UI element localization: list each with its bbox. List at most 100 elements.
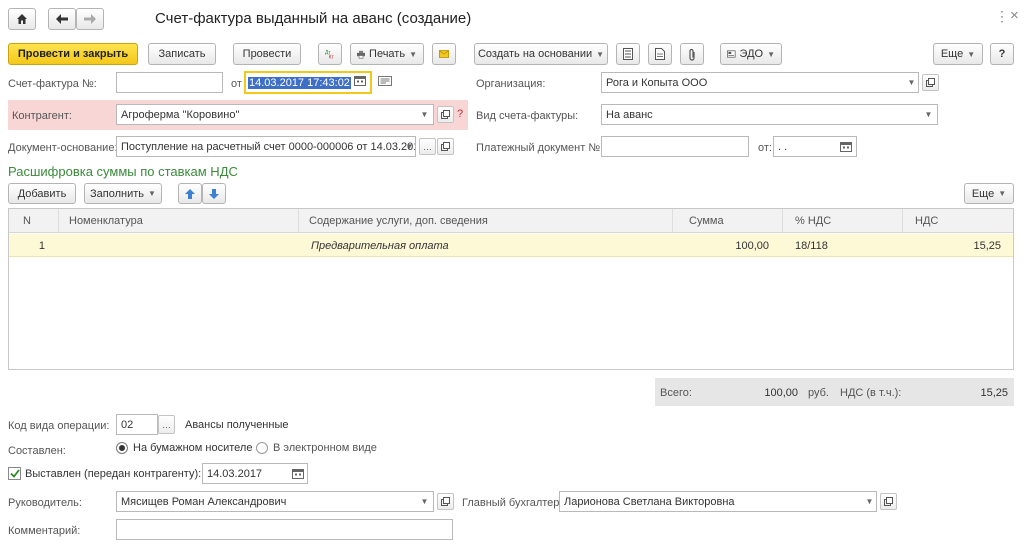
accountant-field[interactable]: Ларионова Светлана Викторовна	[559, 491, 877, 512]
paperclip-icon	[689, 48, 695, 61]
paper-radio[interactable]: На бумажном носителе	[116, 442, 252, 454]
chevron-down-icon: ▼	[405, 142, 414, 151]
electronic-label: В электронном виде	[273, 442, 377, 454]
save-button[interactable]: Записать	[148, 43, 216, 65]
attach-button[interactable]	[680, 43, 704, 65]
col-header-sum[interactable]: Сумма	[673, 209, 783, 233]
head-dropdown[interactable]: ▼	[416, 493, 433, 510]
accountant-dropdown[interactable]: ▼	[861, 493, 878, 510]
chevron-down-icon: ▼	[148, 189, 156, 198]
add-button[interactable]: Добавить	[8, 183, 76, 204]
document-button[interactable]	[648, 43, 672, 65]
back-button[interactable]	[48, 8, 76, 30]
more-button[interactable]: Еще ▼	[933, 43, 983, 65]
counterparty-help-icon[interactable]: ?	[457, 108, 463, 120]
base-doc-select-button[interactable]: …	[419, 138, 436, 155]
chevron-down-icon: ▼	[420, 110, 429, 119]
payment-doc-field[interactable]	[601, 136, 749, 157]
comment-edit-icon[interactable]	[378, 76, 392, 89]
edo-button[interactable]: ЭДО ▼	[720, 43, 782, 65]
email-button[interactable]	[432, 43, 456, 65]
col-header-vat[interactable]: НДС	[903, 209, 1013, 233]
payment-doc-label: Платежный документ №:	[476, 142, 604, 154]
accountant-open-button[interactable]	[880, 493, 897, 510]
chevron-down-icon: ▼	[865, 497, 874, 506]
head-open-button[interactable]	[437, 493, 454, 510]
create-based-button[interactable]: Создать на основании ▼	[474, 43, 608, 65]
counterparty-field[interactable]: Агроферма "Коровино"	[116, 104, 434, 125]
org-label: Организация:	[476, 78, 546, 90]
table-more-button[interactable]: Еще ▼	[964, 183, 1014, 204]
base-doc-field[interactable]: Поступление на расчетный счет 0000-00000…	[116, 136, 416, 157]
payment-from-label: от:	[758, 142, 772, 154]
open-icon	[441, 142, 450, 151]
report-button[interactable]	[616, 43, 640, 65]
chevron-down-icon: ▼	[998, 189, 1007, 198]
total-value: 100,00	[764, 387, 798, 399]
col-header-content[interactable]: Содержание услуги, доп. сведения	[299, 209, 673, 233]
op-code-select-button[interactable]: …	[158, 415, 175, 434]
counterparty-open-button[interactable]	[437, 106, 454, 123]
open-icon	[441, 110, 450, 119]
counterparty-label: Контрагент:	[12, 110, 72, 122]
org-field[interactable]: Рога и Копыта ООО	[601, 72, 919, 93]
head-label: Руководитель:	[8, 497, 82, 509]
base-doc-dropdown[interactable]: ▼	[401, 138, 418, 155]
report-icon	[623, 48, 633, 60]
col-header-nomenclature[interactable]: Номенклатура	[59, 209, 299, 233]
print-label: Печать	[369, 48, 406, 60]
col-header-vat-rate[interactable]: % НДС	[783, 209, 903, 233]
print-button[interactable]: Печать ▼	[350, 43, 424, 65]
chevron-down-icon: ▼	[420, 497, 429, 506]
paper-label: На бумажном носителе	[133, 442, 253, 454]
vat-total-label: НДС (в т.ч.):	[840, 387, 902, 399]
op-code-field[interactable]: 02	[116, 414, 158, 435]
invoice-no-field[interactable]	[116, 72, 223, 93]
counterparty-value: Агроферма "Коровино"	[121, 108, 240, 121]
org-dropdown[interactable]: ▼	[903, 74, 920, 91]
move-up-button[interactable]	[178, 183, 202, 204]
base-doc-open-button[interactable]	[437, 138, 454, 155]
post-and-close-button[interactable]: Провести и закрыть	[8, 43, 138, 65]
post-button[interactable]: Провести	[233, 43, 301, 65]
more-menu-icon[interactable]: ⋮	[995, 8, 1009, 25]
counterparty-dropdown[interactable]: ▼	[416, 106, 433, 123]
vat-total-value: 15,25	[980, 387, 1008, 399]
comment-field[interactable]	[116, 519, 453, 540]
table-row[interactable]: 1 Предварительная оплата 100,00 18/118 1…	[9, 234, 1013, 257]
open-icon	[926, 78, 935, 87]
dt-kt-button[interactable]: Дт Кт	[318, 43, 342, 65]
move-down-button[interactable]	[202, 183, 226, 204]
head-field[interactable]: Мясищев Роман Александрович	[116, 491, 434, 512]
date-field[interactable]: 14.03.2017 17:43:02	[244, 71, 372, 94]
head-value: Мясищев Роман Александрович	[121, 495, 287, 508]
electronic-radio[interactable]: В электронном виде	[256, 442, 377, 454]
accountant-label: Главный бухгалтер:	[462, 497, 563, 509]
forward-button[interactable]	[76, 8, 104, 30]
org-value: Рога и Копыта ООО	[606, 76, 708, 89]
invoice-type-dropdown[interactable]: ▼	[920, 106, 937, 123]
arrow-left-icon	[56, 14, 68, 24]
calendar-icon[interactable]	[840, 141, 852, 155]
chevron-down-icon: ▼	[924, 110, 933, 119]
col-header-n[interactable]: N	[9, 209, 59, 233]
cell-sum: 100,00	[735, 239, 769, 252]
org-open-button[interactable]	[922, 74, 939, 91]
vat-table[interactable]: N Номенклатура Содержание услуги, доп. с…	[8, 208, 1014, 370]
composed-label: Составлен:	[8, 445, 66, 457]
help-button[interactable]: ?	[990, 43, 1014, 65]
from-label: от	[231, 78, 242, 90]
home-button[interactable]	[8, 8, 36, 30]
invoice-type-field[interactable]: На аванс	[601, 104, 938, 125]
op-code-desc: Авансы полученные	[185, 419, 289, 431]
page-title: Счет-фактура выданный на аванс (создание…	[155, 10, 472, 27]
date-value: 14.03.2017 17:43:02	[248, 76, 351, 89]
open-icon	[884, 497, 893, 506]
issued-checkbox[interactable]	[8, 467, 21, 480]
arrow-right-icon	[84, 14, 96, 24]
calendar-icon[interactable]	[354, 75, 366, 89]
close-icon[interactable]: ×	[1010, 7, 1019, 24]
fill-button[interactable]: Заполнить ▼	[84, 183, 162, 204]
radio-empty-icon	[256, 442, 268, 454]
calendar-icon[interactable]	[292, 468, 304, 482]
